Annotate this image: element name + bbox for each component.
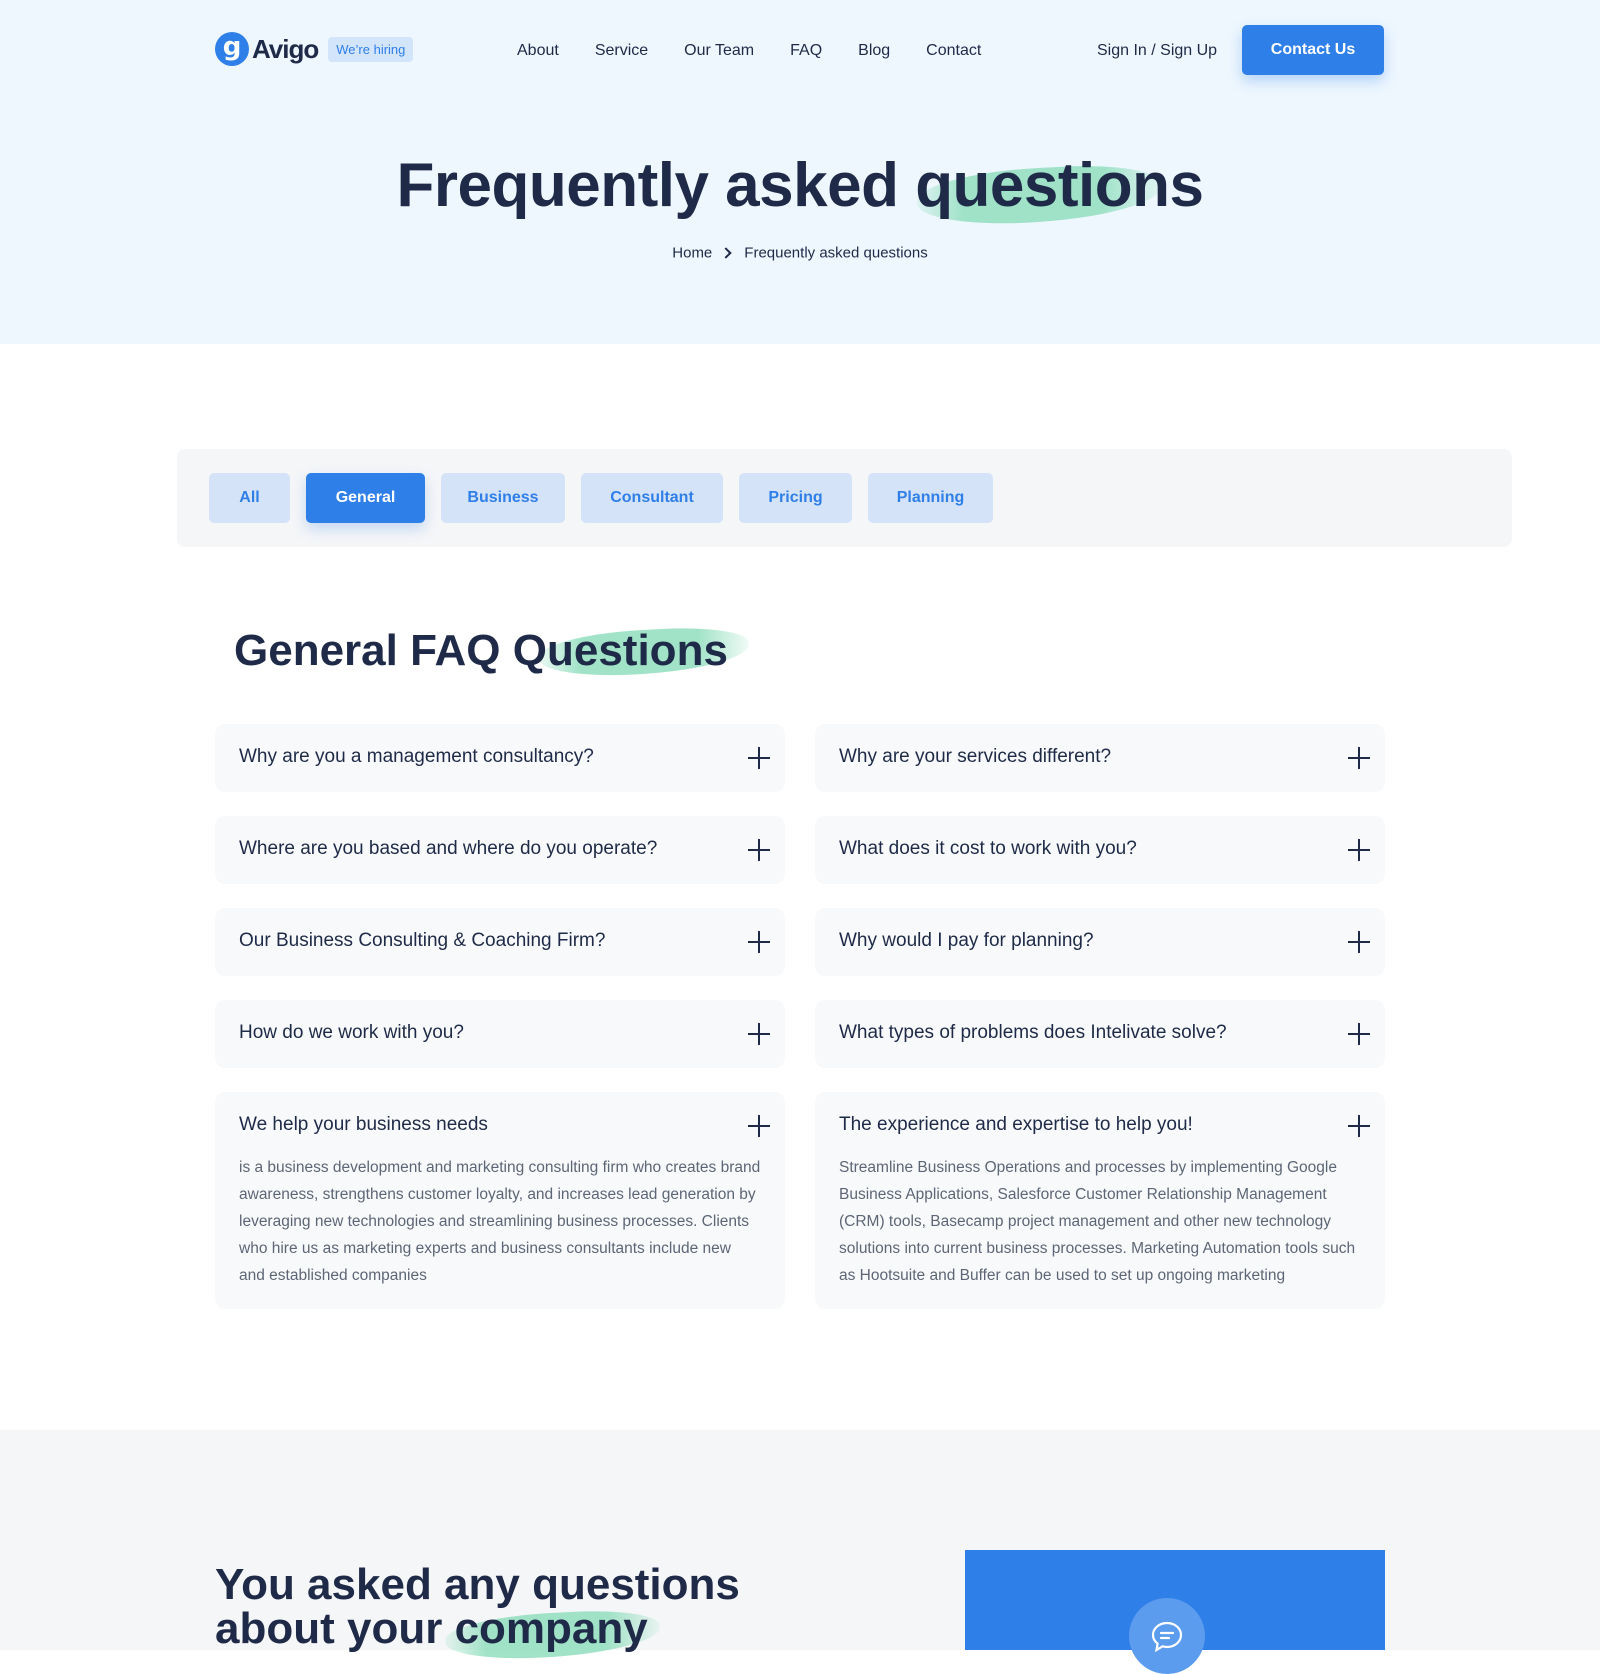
faq-item[interactable]: How do we work with you? [215, 1000, 785, 1068]
logo-text: Avigo [252, 33, 319, 64]
faq-answer: Streamline Business Operations and proce… [839, 1159, 1356, 1284]
contact-us-button[interactable]: Contact Us [1242, 25, 1384, 75]
plus-icon[interactable] [1347, 1022, 1371, 1046]
contact-card [965, 1550, 1385, 1674]
contact-title-line1: You asked any questions [215, 1560, 740, 1609]
faq-answer: is a business development and marketing … [239, 1159, 761, 1284]
plus-icon[interactable] [1347, 746, 1371, 770]
tab-planning[interactable]: Planning [868, 473, 993, 523]
plus-icon[interactable] [747, 838, 771, 862]
breadcrumb: Home Frequently asked questions [0, 244, 1600, 262]
plus-icon[interactable] [747, 1114, 771, 1138]
faq-question: What does it cost to work with you? [839, 838, 1137, 859]
nav-link-about[interactable]: About [517, 42, 559, 60]
plus-icon[interactable] [747, 746, 771, 770]
contact-title-line2-highlight: company [454, 1604, 648, 1653]
faq-question: Our Business Consulting & Coaching Firm? [239, 930, 606, 951]
faq-question: What types of problems does Intelivate s… [839, 1022, 1227, 1043]
faq-item[interactable]: Why would I pay for planning? [815, 908, 1385, 976]
faq-question: Where are you based and where do you ope… [239, 838, 658, 859]
faq-section-title: General FAQ Questions [234, 624, 751, 680]
page-title-start: Frequently asked [396, 151, 916, 220]
page-title-highlight: questions [915, 151, 1204, 220]
faq-section-title-highlight: Questions [512, 626, 728, 675]
faq-question: The experience and expertise to help you… [839, 1114, 1193, 1135]
nav-link-service[interactable]: Service [595, 42, 648, 60]
contact-section: You asked any questions about your compa… [0, 1430, 1600, 1674]
chat-icon [1129, 1598, 1205, 1674]
faq-question: Why are your services different? [839, 746, 1112, 767]
tab-all[interactable]: All [209, 473, 290, 523]
faq-section-title-start: General FAQ [234, 626, 513, 675]
plus-icon[interactable] [747, 1022, 771, 1046]
logo[interactable]: g Avigo We’re hiring [215, 32, 414, 66]
faq-question: How do we work with you? [239, 1022, 464, 1043]
faq-item[interactable]: Why are your services different? [815, 724, 1385, 792]
faq-item[interactable]: What does it cost to work with you? [815, 816, 1385, 884]
breadcrumb-current: Frequently asked questions [744, 244, 928, 262]
plus-icon[interactable] [1347, 1114, 1371, 1138]
faq-item-expanded[interactable]: We help your business needs is a busines… [215, 1092, 785, 1309]
contact-title-line2-start: about your [215, 1604, 455, 1653]
faq-item-expanded[interactable]: The experience and expertise to help you… [815, 1092, 1385, 1309]
nav-link-faq[interactable]: FAQ [790, 42, 822, 60]
page-title: Frequently asked questions [396, 150, 1204, 229]
nav-link-contact[interactable]: Contact [926, 42, 981, 60]
faq-item[interactable]: Our Business Consulting & Coaching Firm? [215, 908, 785, 976]
hero-section: g Avigo We’re hiring About Service Our T… [0, 0, 1600, 344]
faq-item[interactable]: What types of problems does Intelivate s… [815, 1000, 1385, 1068]
plus-icon[interactable] [1347, 838, 1371, 862]
faq-item[interactable]: Why are you a management consultancy? [215, 724, 785, 792]
tab-pricing[interactable]: Pricing [739, 473, 852, 523]
nav-link-blog[interactable]: Blog [858, 42, 890, 60]
page-title-wrap: Frequently asked questions [0, 150, 1600, 229]
tab-general[interactable]: General [306, 473, 425, 523]
faq-filter-bar: All General Business Consultant Pricing … [177, 449, 1512, 547]
logo-mark-icon: g [215, 32, 249, 66]
plus-icon[interactable] [747, 930, 771, 954]
tab-consultant[interactable]: Consultant [581, 473, 723, 523]
faq-question: We help your business needs [239, 1114, 488, 1135]
signin-link[interactable]: Sign In / Sign Up [1097, 42, 1217, 60]
faq-question: Why are you a management consultancy? [239, 746, 594, 767]
nav-link-our-team[interactable]: Our Team [684, 42, 754, 60]
breadcrumb-home[interactable]: Home [672, 245, 712, 262]
plus-icon[interactable] [1347, 930, 1371, 954]
hiring-badge[interactable]: We’re hiring [328, 36, 414, 62]
main-nav: About Service Our Team FAQ Blog Contact [517, 42, 981, 60]
tab-business[interactable]: Business [441, 473, 565, 523]
faq-question: Why would I pay for planning? [839, 930, 1094, 951]
contact-section-title: You asked any questions about your compa… [215, 1560, 740, 1663]
faq-item[interactable]: Where are you based and where do you ope… [215, 816, 785, 884]
chat-bubble-icon [1151, 1621, 1183, 1653]
chevron-right-icon [720, 247, 732, 259]
